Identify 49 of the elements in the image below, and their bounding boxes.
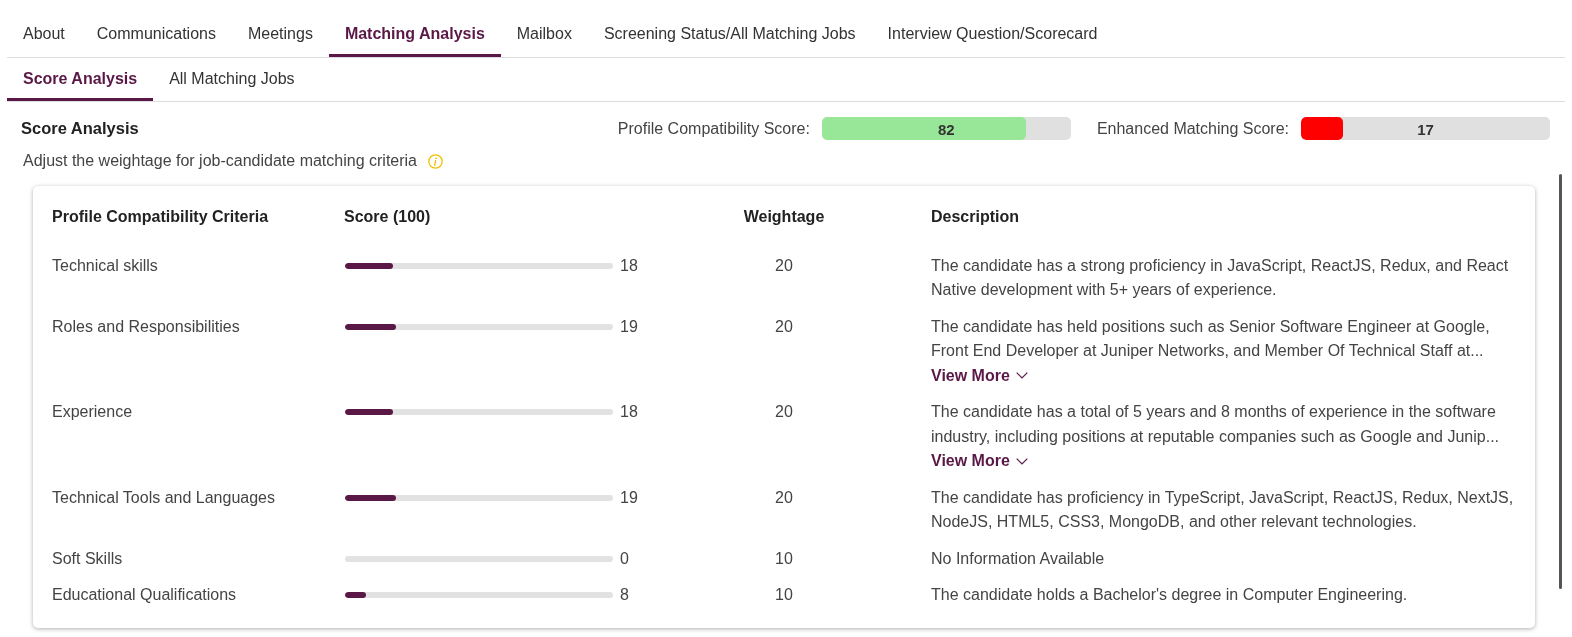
tab[interactable]: Matching Analysis — [328, 12, 501, 57]
column-header: Profile Compatibility Criteria — [52, 207, 269, 227]
chevron-down-icon — [1015, 372, 1028, 380]
weightage-value: 20 — [775, 487, 793, 508]
description-text: The candidate has proficiency in TypeScript, JavaScript, ReactJS, Redux, NextJS, NodeJS, HTML5, CSS3, MongoDB, and other relevant technologies. — [931, 487, 1515, 532]
weightage-value: 10 — [775, 585, 793, 605]
weightage-value: 10 — [775, 548, 793, 569]
criteria-label: Technical skills — [52, 255, 158, 276]
chevron-down-icon — [1015, 457, 1028, 465]
tab[interactable]: Mailbox — [500, 12, 588, 57]
criteria-label: Experience — [52, 402, 133, 422]
sub-tab[interactable]: All Matching Jobs — [153, 58, 311, 101]
view-more-link[interactable]: View More — [931, 363, 1028, 388]
view-more-link[interactable]: View More — [931, 449, 1028, 474]
column-header: Score (100) — [344, 207, 431, 227]
score-label: Profile Compatibility Score: — [617, 119, 810, 138]
weightage-value: 20 — [775, 316, 793, 337]
tab[interactable]: Screening Status/All Matching Jobs — [587, 12, 872, 57]
score-label: Enhanced Matching Score: — [1096, 119, 1289, 138]
column-header: Weightage — [743, 207, 825, 227]
tab[interactable]: Interview Question/Scorecard — [871, 12, 1114, 57]
description-text: The candidate holds a Bachelor's degree in Computer Engineering. — [931, 585, 1409, 605]
description-text: The candidate has a strong proficiency in JavaScript, ReactJS, Redux, and React Native development with 5+ years of experience. — [931, 255, 1510, 300]
score-value: 17 — [1417, 120, 1434, 137]
tab[interactable]: Communications — [80, 12, 232, 57]
instruction-text: Adjust the weightage for job-candidate matching criteria — [23, 152, 417, 170]
description-text: The candidate has a total of 5 years and 8 months of experience in the software industry, including positions at reputable companies such as Google and Junip... — [931, 402, 1501, 447]
criteria-label: Roles and Responsibilities — [52, 316, 240, 337]
scrollbar-thumb[interactable] — [1559, 174, 1562, 589]
weightage-value: 20 — [775, 402, 793, 422]
info-icon[interactable] — [428, 153, 443, 169]
score-value: 82 — [938, 120, 955, 137]
criteria-label: Technical Tools and Languages — [52, 487, 275, 508]
score-number: 19 — [620, 316, 638, 337]
criteria-label: Soft Skills — [52, 548, 123, 569]
score-number: 0 — [620, 548, 629, 569]
score-number: 18 — [620, 402, 638, 422]
description-text: No Information Available — [931, 548, 1106, 569]
tab[interactable]: About — [7, 12, 81, 57]
score-number: 18 — [620, 255, 638, 276]
section-title: Score Analysis — [21, 119, 139, 138]
description-text: The candidate has held positions such as Senior Software Engineer at Google, Front End Developer at Juniper Networks, and Member Of Technical Staff at... — [931, 316, 1491, 361]
score-number: 19 — [620, 487, 638, 508]
tab[interactable]: Meetings — [231, 12, 329, 57]
criteria-label: Educational Qualifications — [52, 585, 237, 605]
column-header: Description — [931, 207, 1019, 227]
weightage-value: 20 — [775, 255, 793, 276]
sub-tab[interactable]: Score Analysis — [7, 58, 154, 101]
score-number: 8 — [620, 585, 629, 605]
